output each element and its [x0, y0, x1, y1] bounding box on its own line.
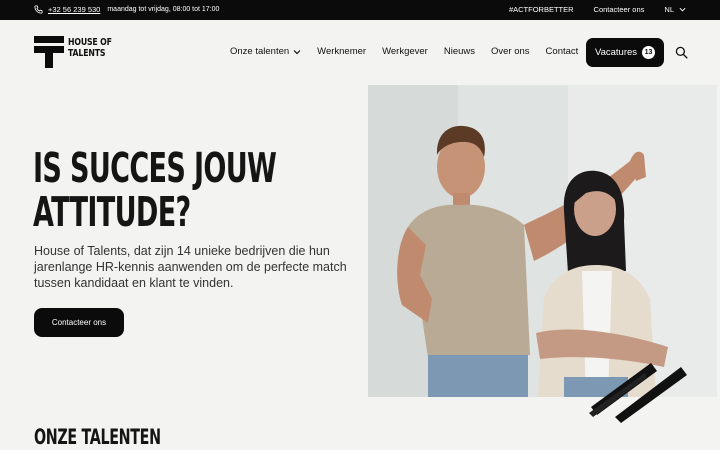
language-selector[interactable]: NL [664, 5, 686, 14]
site-header: HOUSE OF TALENTS Onze talenten Werknemer… [0, 20, 720, 84]
opening-hours: maandag tot vrijdag, 08:00 tot 17:00 [107, 6, 220, 13]
language-label: NL [664, 5, 674, 14]
nav-over-ons[interactable]: Over ons [491, 46, 530, 57]
logo[interactable]: HOUSE OF TALENTS [34, 36, 121, 68]
actforbetter-link[interactable]: #ACTFORBETTER [509, 5, 574, 14]
hero-photo [368, 85, 717, 397]
vacatures-count-badge: 13 [642, 46, 656, 59]
contact-info: +32 56 239 530 maandag tot vrijdag, 08:0… [34, 5, 219, 14]
chevron-down-icon [293, 49, 301, 54]
main-nav: Onze talenten Werknemer Werkgever Nieuws… [230, 46, 578, 57]
phone-link[interactable]: +32 56 239 530 [48, 5, 100, 14]
vacatures-button[interactable]: Vacatures 13 [586, 38, 664, 67]
phone-icon [34, 5, 43, 14]
top-contact-link[interactable]: Contacteer ons [594, 5, 645, 14]
logo-text: HOUSE OF TALENTS [68, 37, 112, 59]
nav-onze-talenten[interactable]: Onze talenten [230, 46, 301, 57]
nav-contact[interactable]: Contact [546, 46, 579, 57]
nav-nieuws[interactable]: Nieuws [444, 46, 475, 57]
top-bar: +32 56 239 530 maandag tot vrijdag, 08:0… [0, 0, 720, 20]
hero-title: IS SUCCES JOUW ATTITUDE? [33, 144, 277, 236]
nav-werknemer[interactable]: Werknemer [317, 46, 366, 57]
vacatures-label: Vacatures [594, 47, 638, 58]
search-icon[interactable] [675, 46, 688, 59]
logo-mark [34, 36, 64, 68]
hero-description: House of Talents, dat zijn 14 unieke bed… [34, 244, 347, 290]
contact-button[interactable]: Contacteer ons [34, 308, 124, 337]
top-bar-links: #ACTFORBETTER Contacteer ons NL [509, 5, 686, 14]
brush-stroke-decoration [589, 363, 687, 423]
nav-werkgever[interactable]: Werkgever [382, 46, 428, 57]
chevron-down-icon [679, 7, 686, 12]
section-title-onze-talenten: ONZE TALENTEN [34, 425, 161, 449]
